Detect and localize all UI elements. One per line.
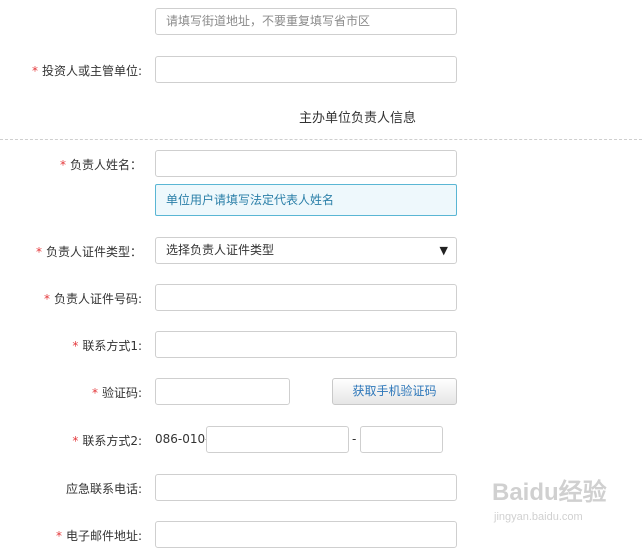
- required-mark: *: [55, 529, 62, 543]
- baidu-jingyan-watermark: Baidu经验 jingyan.baidu.com: [492, 470, 612, 526]
- leader-name-hint: 单位用户请填写法定代表人姓名: [155, 184, 457, 216]
- section-divider: [0, 139, 642, 140]
- contact2-prefix: 086-010-: [155, 432, 210, 446]
- street-address-placeholder: 请填写街道地址，不要重复填写省市区: [166, 14, 371, 28]
- investor-label: * 投资人或主管单位:: [31, 64, 142, 78]
- contact2-number-input[interactable]: [206, 426, 349, 453]
- chevron-down-icon: ▼: [439, 244, 448, 257]
- email-label: * 电子邮件地址:: [55, 529, 142, 543]
- contact2-separator: -: [352, 432, 357, 446]
- required-mark: *: [59, 158, 66, 172]
- required-mark: *: [72, 434, 79, 448]
- street-address-input[interactable]: 请填写街道地址，不要重复填写省市区: [155, 8, 457, 35]
- emergency-phone-label: 应急联系电话:: [65, 482, 142, 496]
- required-mark: *: [31, 64, 38, 78]
- section-title: 主办单位负责人信息: [299, 111, 417, 126]
- verify-code-input[interactable]: [155, 378, 290, 405]
- svg-text:jingyan.baidu.com: jingyan.baidu.com: [493, 511, 583, 523]
- contact2-extension-input[interactable]: [360, 426, 443, 453]
- id-type-select[interactable]: 选择负责人证件类型 ▼: [155, 237, 457, 264]
- required-mark: *: [35, 245, 42, 259]
- verify-code-label: * 验证码:: [91, 386, 142, 400]
- id-type-label: * 负责人证件类型：: [35, 245, 142, 259]
- emergency-phone-input[interactable]: [155, 474, 457, 501]
- required-mark: *: [43, 292, 50, 306]
- id-number-input[interactable]: [155, 284, 457, 311]
- paw-logo-icon: Baidu经验 jingyan.baidu.com: [492, 478, 607, 523]
- id-number-label: * 负责人证件号码:: [43, 292, 142, 306]
- required-mark: *: [72, 339, 79, 353]
- investor-input[interactable]: [155, 56, 457, 83]
- contact2-label: * 联系方式2:: [72, 434, 142, 448]
- leader-name-label: * 负责人姓名：: [59, 158, 142, 172]
- leader-name-input[interactable]: [155, 150, 457, 177]
- id-type-selected: 选择负责人证件类型: [166, 243, 275, 257]
- contact1-label: * 联系方式1:: [72, 339, 142, 353]
- get-sms-code-button[interactable]: 获取手机验证码: [332, 378, 457, 405]
- svg-text:Baidu经验: Baidu经验: [492, 478, 607, 506]
- contact1-input[interactable]: [155, 331, 457, 358]
- required-mark: *: [91, 386, 98, 400]
